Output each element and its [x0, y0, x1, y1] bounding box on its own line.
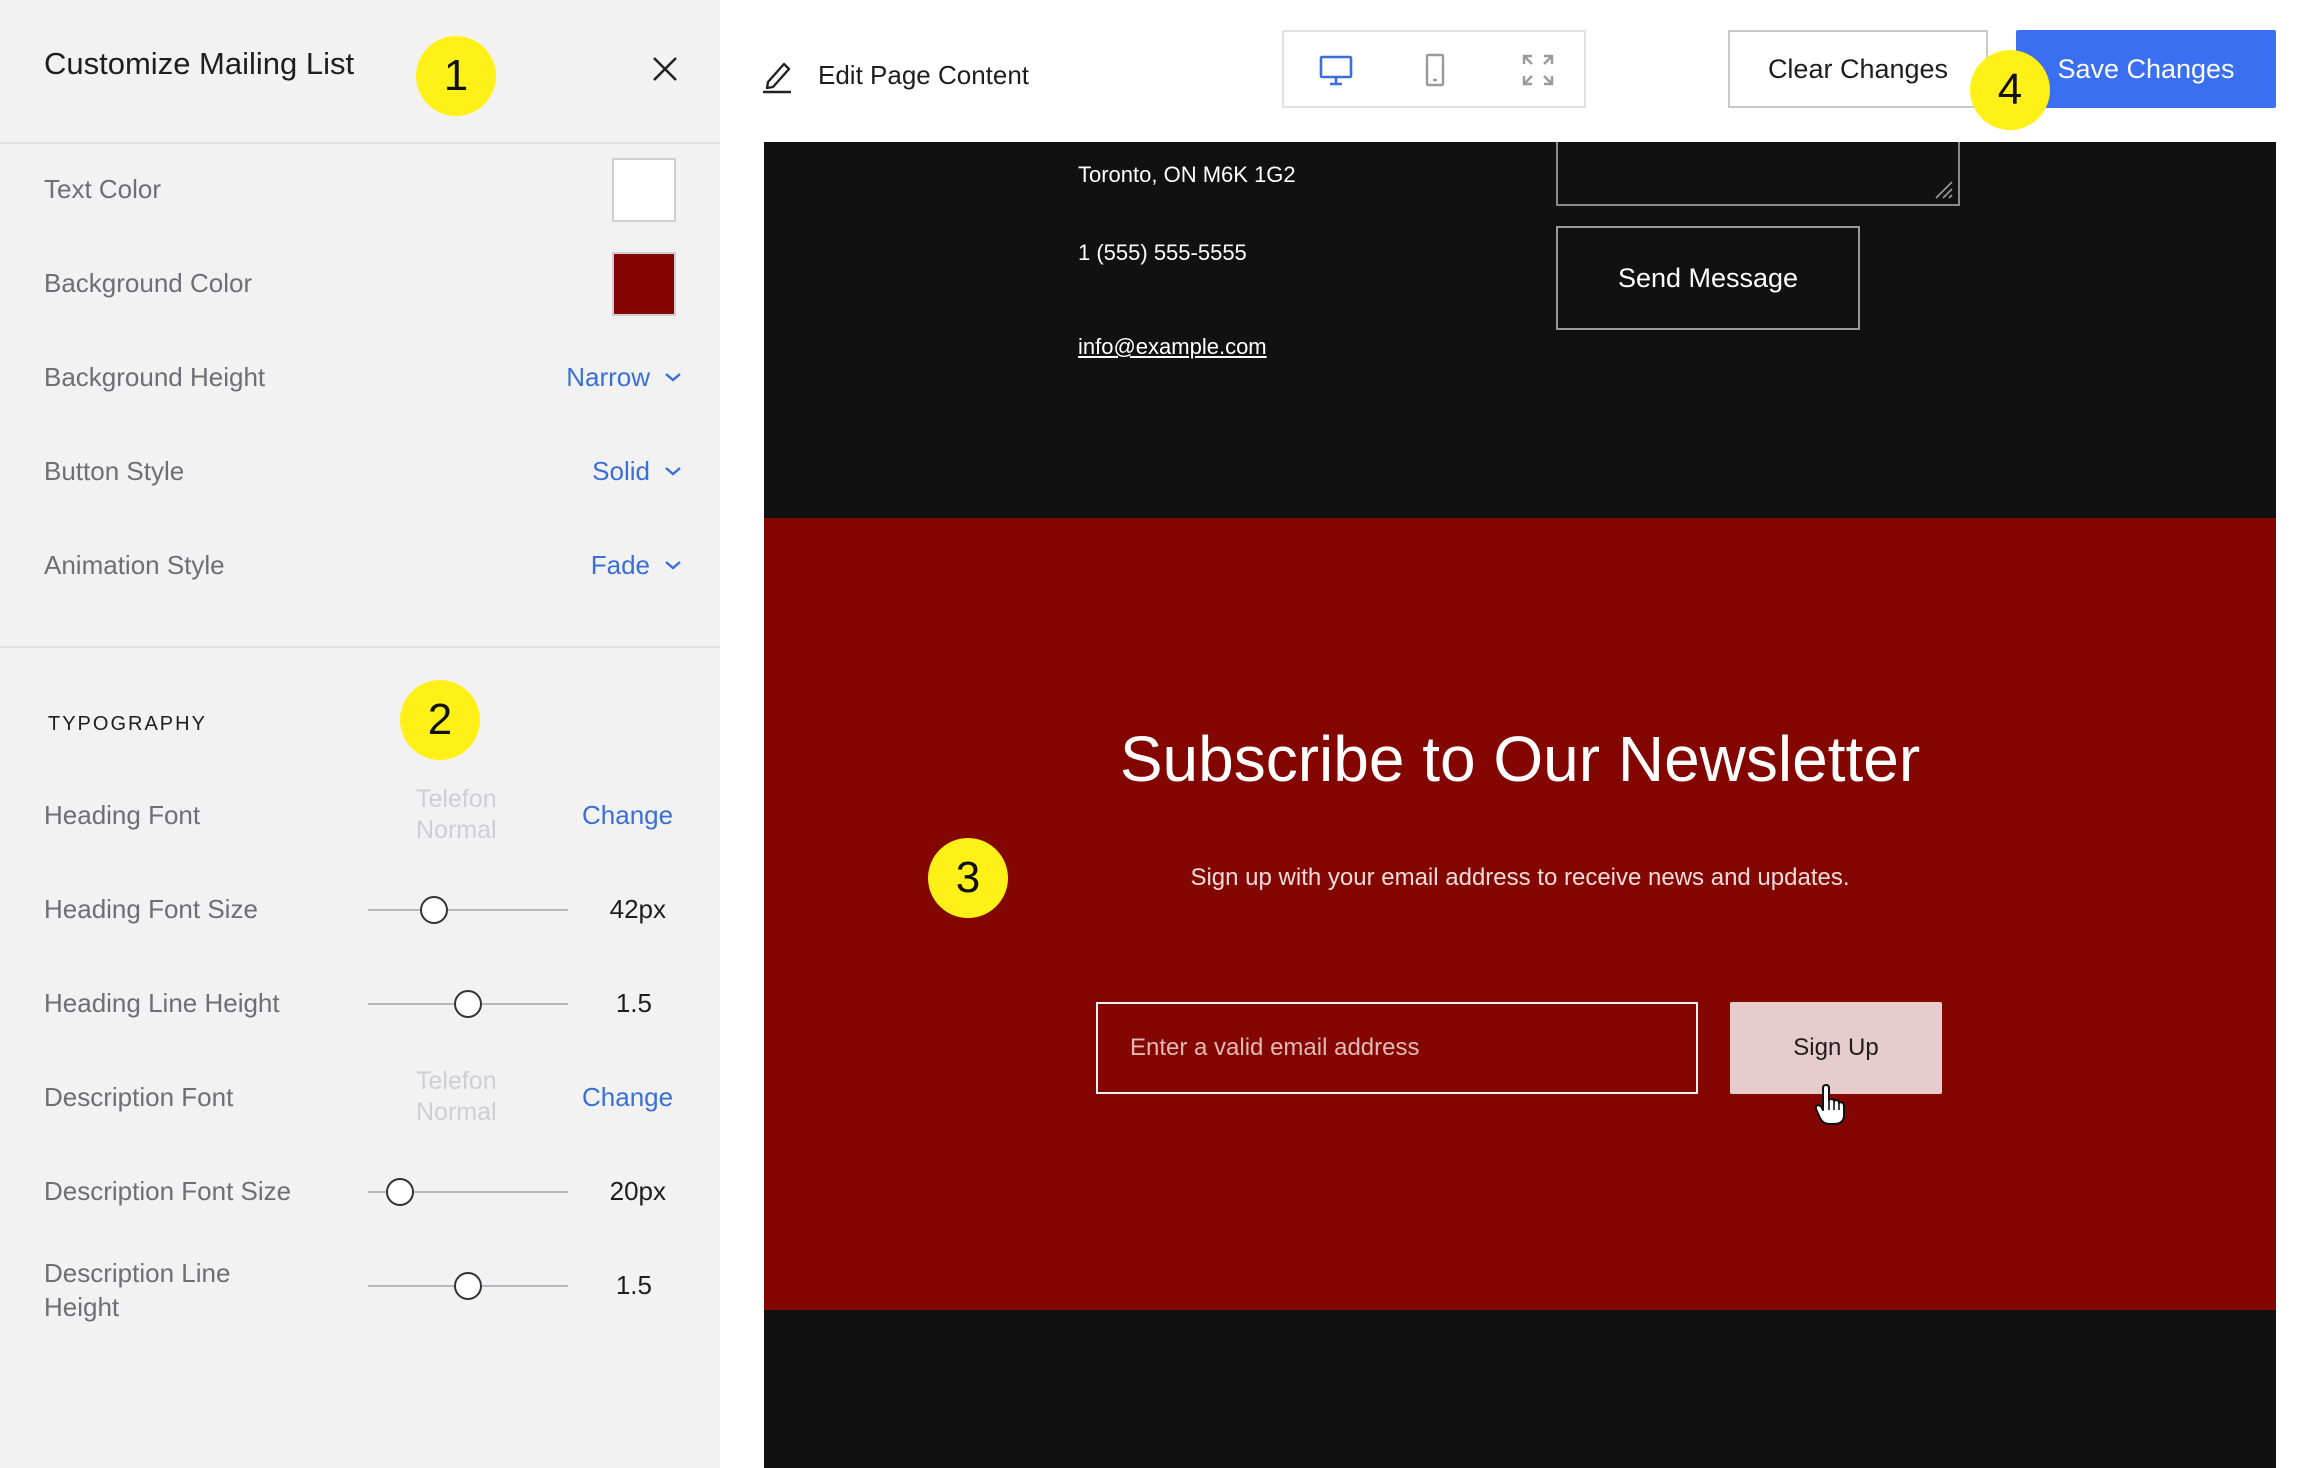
close-icon[interactable] [648, 52, 682, 86]
description-font-name: Telefon Normal [416, 1066, 497, 1128]
heading-line-height-label: Heading Line Height [44, 988, 280, 1018]
heading-font-change-link[interactable]: Change [582, 800, 673, 831]
contact-phone: 1 (555) 555-5555 [1078, 240, 1247, 265]
heading-font-name-line2: Normal [416, 816, 497, 844]
description-line-height-value: 1.5 [615, 1270, 652, 1300]
background-height-value: Narrow [566, 361, 650, 392]
description-line-height-label: Description Line Height [44, 1256, 230, 1324]
description-font-size-slider-handle[interactable] [386, 1178, 414, 1206]
description-font-change-link[interactable]: Change [582, 1082, 673, 1113]
save-changes-button[interactable]: Save Changes [2016, 30, 2276, 108]
sign-up-button[interactable]: Sign Up [1730, 1002, 1942, 1094]
description-font-name-line1: Telefon [416, 1067, 497, 1095]
chevron-down-icon [665, 467, 681, 476]
description-line-height-label-line2: Height [44, 1292, 120, 1322]
resize-handle-icon[interactable] [1932, 178, 1954, 200]
fullscreen-icon[interactable] [1520, 52, 1556, 88]
description-font-size-label: Description Font Size [44, 1176, 292, 1206]
button-style-dropdown[interactable]: Solid [520, 454, 682, 488]
send-message-button[interactable]: Send Message [1556, 226, 1860, 330]
edit-page-content-label[interactable]: Edit Page Content [818, 60, 1029, 91]
message-textarea[interactable] [1556, 142, 1960, 206]
heading-font-name-line1: Telefon [416, 785, 497, 813]
animation-style-label: Animation Style [44, 550, 225, 580]
description-line-height-label-line1: Description Line [44, 1258, 231, 1288]
contact-email-link[interactable]: info@example.com [1078, 334, 1267, 360]
description-font-size-value: 20px [609, 1176, 666, 1206]
panel-title: Customize Mailing List [44, 46, 355, 81]
heading-font-size-value: 42px [609, 894, 666, 924]
animation-style-dropdown[interactable]: Fade [520, 548, 682, 582]
description-font-label: Description Font [44, 1082, 234, 1112]
step-badge-3: 3 [928, 838, 1008, 918]
newsletter-heading: Subscribe to Our Newsletter [1119, 723, 1921, 795]
heading-font-label: Heading Font [44, 800, 201, 830]
chevron-down-icon [665, 561, 681, 570]
pencil-icon [760, 56, 794, 94]
heading-font-name: Telefon Normal [416, 784, 497, 846]
newsletter-email-input[interactable] [1096, 1002, 1698, 1094]
step-badge-1: 1 [416, 36, 496, 116]
button-style-value: Solid [592, 455, 650, 486]
background-color-swatch[interactable] [612, 252, 676, 316]
chevron-down-icon [665, 373, 681, 382]
background-height-dropdown[interactable]: Narrow [520, 360, 682, 394]
typography-section-title: TYPOGRAPHY [48, 713, 207, 735]
text-color-swatch[interactable] [612, 158, 676, 222]
heading-line-height-slider-handle[interactable] [454, 990, 482, 1018]
description-line-height-slider-handle[interactable] [454, 1272, 482, 1300]
heading-font-size-label: Heading Font Size [44, 894, 258, 924]
heading-font-size-slider[interactable] [368, 909, 568, 911]
mobile-icon[interactable] [1420, 52, 1450, 88]
button-style-label: Button Style [44, 456, 185, 486]
animation-style-value: Fade [590, 549, 650, 580]
background-height-label: Background Height [44, 362, 266, 392]
text-color-label: Text Color [44, 174, 162, 204]
hand-cursor-icon [1814, 1084, 1846, 1126]
section-divider [0, 646, 720, 648]
desktop-icon[interactable] [1318, 52, 1354, 88]
contact-address: Toronto, ON M6K 1G2 [1078, 162, 1296, 187]
newsletter-section [764, 518, 2276, 1310]
background-color-label: Background Color [44, 268, 253, 298]
description-font-name-line2: Normal [416, 1098, 497, 1126]
heading-font-size-slider-handle[interactable] [420, 896, 448, 924]
clear-changes-button[interactable]: Clear Changes [1728, 30, 1988, 108]
step-badge-2: 2 [400, 680, 480, 760]
step-badge-4: 4 [1970, 50, 2050, 130]
heading-line-height-value: 1.5 [615, 988, 652, 1018]
